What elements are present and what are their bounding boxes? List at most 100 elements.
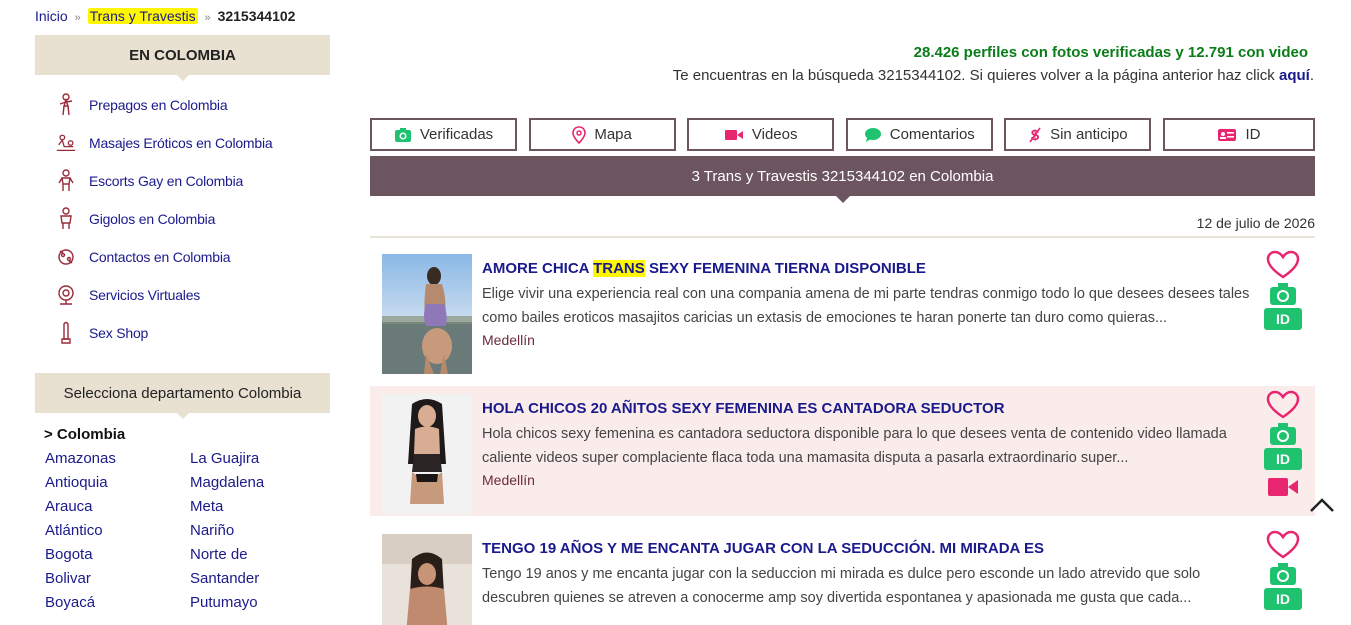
map-pin-icon [572,125,587,144]
department-link[interactable]: Magdalena [190,474,264,498]
scroll-to-top-button[interactable] [1308,494,1336,516]
sidebar-item-contactos[interactable]: Contactos en Colombia [55,238,335,276]
listing-photo[interactable] [382,254,472,374]
id-card-icon [1218,128,1237,141]
listing-description: Elige vivir una experiencia real con una… [482,286,1250,326]
department-link[interactable]: La Guajira [190,450,264,474]
department-link[interactable]: Atlántico [45,522,116,546]
sidebar-item-sex-shop[interactable]: Sex Shop [55,314,335,352]
breadcrumb-section-link[interactable]: Trans y Travestis [87,8,198,24]
filter-comentarios-button[interactable]: Comentarios [845,118,993,151]
sidebar-item-label: Contactos en Colombia [89,249,231,265]
sidebar-item-label: Prepagos en Colombia [89,97,228,113]
department-link[interactable]: Meta [190,498,264,522]
listing-description: Hola chicos sexy femenina es cantadora s… [482,426,1227,466]
listing-icons: ID [1263,250,1303,332]
listing-title-part: AMORE CHICA [482,260,594,277]
listing-description: Tengo 19 anos y me encanta jugar con la … [482,566,1201,606]
massage-icon [55,131,77,155]
id-badge: ID [1264,588,1302,610]
search-note-text: Te encuentras en la búsqueda 3215344102.… [672,67,1275,84]
filter-mapa-button[interactable]: Mapa [528,118,676,151]
woman-icon [55,93,77,117]
listing-photo[interactable] [382,394,472,514]
sidebar-item-servicios-virtuales[interactable]: Servicios Virtuales [55,276,335,314]
listing-item[interactable]: HOLA CHICOS 20 AÑITOS SEXY FEMENINA ES C… [370,386,1315,516]
no-deposit-icon: $ [1029,127,1041,144]
sidebar-item-masajes[interactable]: Masajes Eróticos en Colombia [55,124,335,162]
sidebar-item-label: Gigolos en Colombia [89,211,216,227]
sidebar-item-label: Escorts Gay en Colombia [89,173,244,189]
verified-camera-icon [1270,563,1296,585]
id-badge: ID [1264,448,1302,470]
department-current: > Colombia [44,426,126,443]
filter-bar: Verificadas Mapa Videos Comentarios $ Si… [370,118,1315,151]
toy-icon [55,321,77,345]
department-link[interactable]: Boyacá [45,594,116,618]
filter-verificadas-button[interactable]: Verificadas [370,118,517,151]
department-list-column-1: Amazonas Antioquia Arauca Atlántico Bogo… [45,450,116,618]
comment-icon [864,127,881,142]
sidebar-item-prepagos[interactable]: Prepagos en Colombia [55,86,335,124]
filter-id-button[interactable]: ID [1162,118,1315,151]
department-heading: Selecciona departamento Colombia [35,373,330,419]
listing-title[interactable]: AMORE CHICA TRANS SEXY FEMENINA TIERNA D… [482,260,926,277]
filter-label: Comentarios [889,126,975,143]
department-link[interactable]: Norte de [190,546,264,570]
department-link[interactable]: Amazonas [45,450,116,474]
video-icon [724,129,743,140]
filter-videos-button[interactable]: Videos [687,118,835,151]
department-link[interactable]: Putumayo [190,594,264,618]
results-title: 3 Trans y Travestis 3215344102 en Colomb… [691,167,994,185]
sidebar-item-label: Servicios Virtuales [89,287,201,303]
listing-photo[interactable] [382,534,472,625]
profile-stats: 28.426 perfiles con fotos verificadas y … [913,44,1308,61]
listing-icons: ID [1263,390,1303,500]
webcam-icon [55,283,77,307]
heart-icon[interactable] [1266,250,1300,280]
chevron-up-icon [1310,498,1334,512]
department-link[interactable]: Bolivar [45,570,116,594]
department-list-column-2: La Guajira Magdalena Meta Nariño Norte d… [190,450,264,618]
listing-title-highlight: TRANS [593,260,645,277]
sidebar-heading: EN COLOMBIA [35,35,330,81]
results-title-bar: 3 Trans y Travestis 3215344102 en Colomb… [370,156,1315,203]
heart-icon[interactable] [1266,530,1300,560]
filter-label: Videos [751,126,798,143]
filter-label: Verificadas [419,126,494,143]
id-badge: ID [1264,308,1302,330]
listing-icons: ID [1263,530,1303,612]
breadcrumb: Inicio » Trans y Travestis » 3215344102 [35,8,295,24]
breadcrumb-separator: » [74,12,81,24]
sidebar-item-escorts-gay[interactable]: Escorts Gay en Colombia [55,162,335,200]
sidebar-item-label: Masajes Eróticos en Colombia [89,135,273,151]
filter-sin-anticipo-button[interactable]: $ Sin anticipo [1004,118,1152,151]
listing-city[interactable]: Medellín [482,332,535,348]
man-icon [55,169,77,193]
back-link[interactable]: aquí [1279,67,1310,84]
date-divider [370,236,1315,238]
breadcrumb-home-link[interactable]: Inicio [35,8,68,24]
department-link[interactable]: Bogota [45,546,116,570]
listing-item[interactable]: TENGO 19 AÑOS Y ME ENCANTA JUGAR CON LA … [370,526,1315,625]
sidebar-item-gigolos[interactable]: Gigolos en Colombia [55,200,335,238]
listing-date: 12 de julio de 2026 [1196,215,1315,231]
department-link[interactable]: Arauca [45,498,116,522]
filter-label: ID [1245,126,1261,143]
contacts-icon [55,245,77,269]
listing-title[interactable]: TENGO 19 AÑOS Y ME ENCANTA JUGAR CON LA … [482,540,1044,557]
listing-title[interactable]: HOLA CHICOS 20 AÑITOS SEXY FEMENINA ES C… [482,400,1005,417]
listing-title-part: SEXY FEMENINA TIERNA DISPONIBLE [644,260,926,277]
department-link[interactable]: Santander [190,570,264,594]
breadcrumb-separator: » [204,12,211,24]
video-icon [1268,478,1298,496]
department-link[interactable]: Antioquia [45,474,116,498]
listing-city[interactable]: Medellín [482,472,535,488]
category-list: Prepagos en Colombia Masajes Eróticos en… [55,86,335,352]
filter-label: Sin anticipo [1050,126,1128,143]
heart-icon[interactable] [1266,390,1300,420]
search-note-tail: . [1309,67,1314,84]
department-link[interactable]: Nariño [190,522,264,546]
verified-camera-icon [1270,423,1296,445]
listing-item[interactable]: AMORE CHICA TRANS SEXY FEMENINA TIERNA D… [370,246,1315,376]
